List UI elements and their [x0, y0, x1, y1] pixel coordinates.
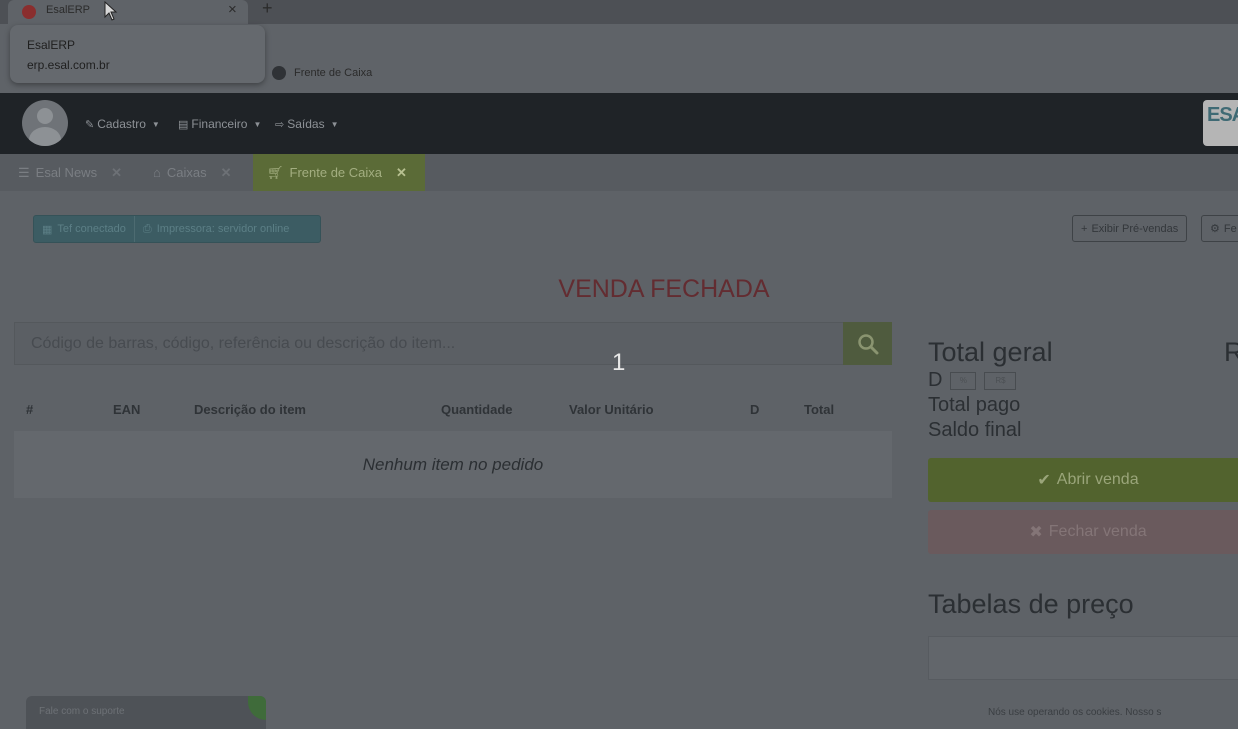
- menu-saidas[interactable]: ⇨ Saídas ▼: [275, 117, 339, 131]
- close-icon: ✖: [1029, 524, 1043, 541]
- chat-icon: [248, 696, 266, 720]
- caret-down-icon: ▼: [253, 119, 262, 129]
- close-icon[interactable]: ✕: [396, 165, 407, 181]
- bookmark-label: Frente de Caixa: [294, 67, 373, 79]
- total-value: R: [1224, 337, 1238, 367]
- column-header: Quantidade: [441, 402, 513, 417]
- cart-icon: 🛒︎: [267, 164, 284, 180]
- menu-cadastro[interactable]: ✎ Cadastro ▼: [85, 117, 160, 131]
- close-tab-icon[interactable]: ×: [228, 1, 237, 18]
- price-tables-title: Tabelas de preço: [928, 589, 1134, 619]
- empty-table-message: Nenhum item no pedido: [14, 431, 892, 498]
- tab-caixas[interactable]: ⌂ Caixas ✕: [139, 154, 246, 191]
- avatar[interactable]: [22, 100, 68, 146]
- plus-icon: +: [1081, 222, 1088, 235]
- price-table-select[interactable]: [928, 636, 1238, 680]
- total-paid-label: Total pago: [928, 394, 1021, 416]
- sale-state-title: VENDA FECHADA: [558, 275, 770, 303]
- settings-button[interactable]: ⚙ Fe: [1201, 215, 1238, 242]
- mouse-cursor-icon: [104, 1, 118, 21]
- discount-row: D % R$: [928, 369, 1017, 392]
- tab-label: Caixas: [166, 165, 207, 180]
- globe-icon: [272, 66, 286, 80]
- support-chat-button[interactable]: Fale com o suporte: [26, 696, 266, 729]
- search-button[interactable]: [843, 322, 892, 365]
- currency-discount-button[interactable]: R$: [984, 371, 1017, 390]
- open-sale-button[interactable]: ✔ Abrir venda: [928, 458, 1238, 502]
- edit-icon: ✎: [85, 118, 95, 131]
- show-pre-sales-button[interactable]: + Exibir Pré-vendas: [1072, 215, 1188, 242]
- tab-label: Esal News: [35, 165, 98, 180]
- printer-icon: ⎙: [142, 222, 152, 235]
- screen: EsalERP × + EsalERP erp.esal.com.br Fren…: [0, 0, 1238, 729]
- document-icon: ▤: [178, 118, 189, 131]
- rss-icon: ☰: [18, 164, 30, 180]
- close-icon[interactable]: ✕: [221, 165, 232, 181]
- menu-label: Cadastro: [97, 117, 146, 131]
- search-icon: [857, 333, 878, 354]
- items-table-header: # EAN Descrição do item Quantidade Valor…: [14, 392, 892, 426]
- status-badge: ▦ Tef conectado ⎙ Impressora: servidor o…: [33, 215, 321, 243]
- new-tab-icon[interactable]: +: [262, 0, 273, 19]
- hover-card-url: erp.esal.com.br: [27, 58, 110, 72]
- column-header: D: [750, 402, 760, 417]
- printer-status: ⎙ Impressora: servidor online: [133, 216, 297, 242]
- browser-tab[interactable]: EsalERP ×: [8, 0, 248, 24]
- tab-label: Frente de Caixa: [289, 165, 383, 180]
- close-sale-button[interactable]: ✖ Fechar venda: [928, 510, 1238, 554]
- caret-down-icon: ▼: [151, 119, 160, 129]
- column-header: Valor Unitário: [569, 402, 654, 417]
- item-counter: 1: [612, 349, 626, 376]
- menu-label: Financeiro: [191, 117, 248, 131]
- cookie-notice: Nós use operando os cookies. Nosso s: [988, 707, 1162, 718]
- close-icon[interactable]: ✕: [111, 165, 122, 181]
- tab-hover-card: EsalERP erp.esal.com.br: [10, 25, 265, 83]
- tef-status: ▦ Tef conectado: [42, 223, 126, 236]
- browser-tabbar: EsalERP × +: [0, 0, 1238, 24]
- tab-frente-de-caixa[interactable]: 🛒︎ Frente de Caixa ✕: [253, 154, 425, 191]
- column-header: Total: [804, 402, 835, 417]
- main-content: ▦ Tef conectado ⎙ Impressora: servidor o…: [0, 191, 1238, 729]
- calculator-icon: ▦: [42, 223, 53, 236]
- inbox-icon: ⌂: [153, 165, 161, 180]
- column-header: Descrição do item: [194, 402, 306, 417]
- percent-discount-button[interactable]: %: [950, 371, 977, 390]
- tab-esal-news[interactable]: ☰ Esal News ✕: [4, 154, 136, 191]
- gears-icon: ⚙: [1210, 223, 1220, 235]
- check-icon: ✔: [1037, 472, 1051, 489]
- sign-out-icon: ⇨: [275, 118, 285, 131]
- column-header: EAN: [113, 402, 141, 417]
- app-tabs: ☰ Esal News ✕ ⌂ Caixas ✕ 🛒︎ Frente de Ca…: [0, 154, 1238, 191]
- bookmark-frente-de-caixa[interactable]: Frente de Caixa: [272, 66, 372, 80]
- company-logo: ESA: [1203, 100, 1238, 146]
- search-input[interactable]: Código de barras, código, referência ou …: [14, 322, 844, 365]
- caret-down-icon: ▼: [330, 119, 339, 129]
- browser-tab-title: EsalERP: [46, 4, 91, 16]
- sale-summary-panel: Total geral R D % R$ Total pago Saldo fi…: [906, 321, 1238, 729]
- app-navbar: ✎ Cadastro ▼ ▤ Financeiro ▼ ⇨ Saídas ▼ E…: [0, 93, 1238, 154]
- column-header: #: [26, 402, 34, 417]
- menu-financeiro[interactable]: ▤ Financeiro ▼: [178, 117, 261, 131]
- balance-label: Saldo final: [928, 419, 1022, 441]
- app-favicon-icon: [22, 5, 36, 19]
- menu-label: Saídas: [287, 117, 325, 131]
- total-label: Total geral: [928, 337, 1053, 367]
- hover-card-title: EsalERP: [27, 38, 76, 52]
